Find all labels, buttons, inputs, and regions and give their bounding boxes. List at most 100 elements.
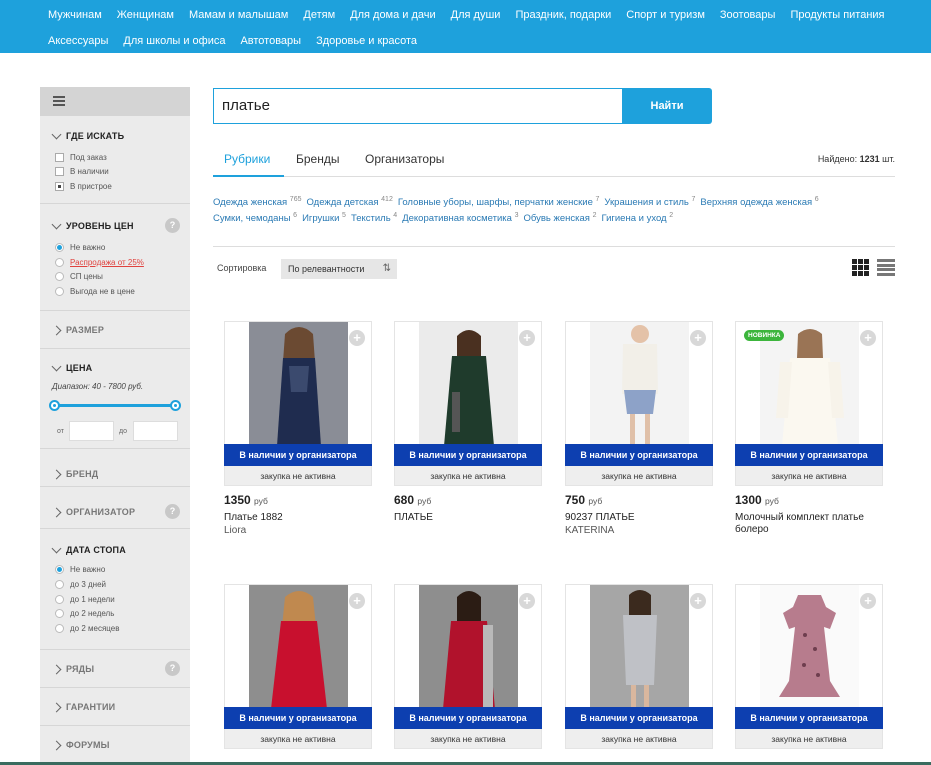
tab-brands[interactable]: Бренды bbox=[296, 152, 339, 166]
add-to-favorites-icon[interactable]: + bbox=[860, 330, 876, 346]
price-slider[interactable] bbox=[49, 400, 181, 411]
category-link[interactable]: Продукты питания bbox=[790, 9, 884, 21]
add-to-favorites-icon[interactable]: + bbox=[690, 330, 706, 346]
add-to-favorites-icon[interactable]: + bbox=[690, 593, 706, 609]
tab-organizers[interactable]: Организаторы bbox=[365, 152, 444, 166]
price-from-label: от bbox=[57, 428, 64, 435]
filter-price-level-toggle[interactable]: Уровень цен bbox=[51, 219, 134, 231]
product-card[interactable]: + В наличии у организатора закупка не акти… bbox=[565, 584, 713, 749]
radio-stop-3d[interactable]: до 3 дней bbox=[55, 580, 106, 589]
search-input[interactable]: платье bbox=[213, 88, 622, 124]
grid-view-icon[interactable] bbox=[852, 259, 869, 276]
product-card[interactable]: + В наличии у организатора закупка не акти… bbox=[224, 584, 372, 749]
filter-guarantees[interactable]: Гарантии bbox=[40, 688, 190, 726]
purchase-status: закупка не активна bbox=[224, 466, 372, 486]
category-link[interactable]: Для души bbox=[451, 9, 501, 21]
help-icon[interactable]: ? bbox=[165, 661, 180, 676]
product-image[interactable]: + bbox=[394, 321, 542, 445]
category-link[interactable]: Мужчинам bbox=[48, 9, 102, 21]
radio-stop-1w[interactable]: до 1 недели bbox=[55, 595, 115, 604]
help-icon[interactable]: ? bbox=[165, 218, 180, 233]
product-image[interactable]: + bbox=[565, 584, 713, 708]
rubric-link[interactable]: Гигиена и уход 2 bbox=[601, 212, 673, 224]
radio-stop-2w[interactable]: до 2 недель bbox=[55, 609, 114, 618]
tab-rubrics[interactable]: Рубрики bbox=[224, 152, 270, 166]
chevron-down-icon bbox=[51, 361, 62, 372]
rubric-link[interactable]: Обувь женская 2 bbox=[524, 212, 597, 224]
product-name[interactable]: ПЛАТЬЕ bbox=[394, 512, 542, 524]
add-to-favorites-icon[interactable]: + bbox=[860, 593, 876, 609]
rubric-link[interactable]: Сумки, чемоданы 6 bbox=[213, 212, 297, 224]
product-image[interactable]: + bbox=[565, 321, 713, 445]
category-link[interactable]: Для дома и дачи bbox=[350, 9, 436, 21]
sort-select[interactable]: По релевантности ⇅ bbox=[281, 259, 397, 279]
product-name[interactable]: Платье 1882 bbox=[224, 512, 372, 524]
filter-rows[interactable]: Ряды ? bbox=[40, 650, 190, 688]
add-to-favorites-icon[interactable]: + bbox=[519, 593, 535, 609]
category-link[interactable]: Праздник, подарки bbox=[515, 9, 611, 21]
category-link[interactable]: Здоровье и красота bbox=[316, 35, 417, 47]
checkbox-in-stock[interactable]: В наличии bbox=[55, 167, 109, 176]
filter-size[interactable]: Размер bbox=[40, 311, 190, 349]
chevron-right-icon bbox=[51, 325, 62, 335]
product-image[interactable]: + bbox=[224, 584, 372, 708]
purchase-status: закупка не активна bbox=[565, 466, 713, 486]
price-to-input[interactable] bbox=[133, 421, 178, 441]
list-view-icon[interactable] bbox=[877, 259, 895, 277]
checkbox-on-order[interactable]: Под заказ bbox=[55, 153, 107, 162]
help-icon[interactable]: ? bbox=[165, 504, 180, 519]
price-from-input[interactable] bbox=[69, 421, 114, 441]
category-row-1: Мужчинам Женщинам Мамам и малышам Детям … bbox=[48, 9, 900, 21]
category-link[interactable]: Автотовары bbox=[240, 35, 301, 47]
product-name[interactable]: Молочный комплект платье болеро bbox=[735, 512, 883, 536]
slider-handle-min[interactable] bbox=[49, 400, 60, 411]
product-card[interactable]: + В наличии у организатора закупка не акти… bbox=[394, 584, 542, 749]
category-link[interactable]: Зоотовары bbox=[720, 9, 776, 21]
product-image[interactable]: + bbox=[394, 584, 542, 708]
category-link[interactable]: Для школы и офиса bbox=[123, 35, 225, 47]
product-name[interactable]: 90237 ПЛАТЬЕ bbox=[565, 512, 713, 524]
slider-handle-max[interactable] bbox=[170, 400, 181, 411]
product-card[interactable]: + В наличии у организатора закупка не акти… bbox=[735, 584, 883, 749]
rubric-link[interactable]: Одежда женская 765 bbox=[213, 196, 301, 208]
filter-brand[interactable]: Бренд bbox=[40, 449, 190, 487]
category-link[interactable]: Спорт и туризм bbox=[626, 9, 705, 21]
rubric-link[interactable]: Верхняя одежда женская 6 bbox=[700, 196, 818, 208]
filter-organizer[interactable]: Организатор ? bbox=[40, 487, 190, 529]
filter-forums[interactable]: Форумы bbox=[40, 726, 190, 764]
rubric-link[interactable]: Головные уборы, шарфы, перчатки женские … bbox=[398, 196, 600, 208]
product-card[interactable]: + В наличии у организатора закупка не акти… bbox=[565, 321, 713, 536]
product-image[interactable]: + bbox=[224, 321, 372, 445]
radio-stop-2m[interactable]: до 2 месяцев bbox=[55, 624, 119, 633]
add-to-favorites-icon[interactable]: + bbox=[349, 330, 365, 346]
category-link[interactable]: Женщинам bbox=[117, 9, 174, 21]
product-card[interactable]: + В наличии у организатора закупка не акти… bbox=[224, 321, 372, 536]
filter-where-toggle[interactable]: Где искать bbox=[51, 129, 124, 141]
rubric-link[interactable]: Украшения и стиль 7 bbox=[604, 196, 695, 208]
found-count: Найдено: 1231 шт. bbox=[817, 154, 895, 164]
radio-stop-any[interactable]: Не важно bbox=[55, 565, 105, 574]
product-brand: Liora bbox=[224, 525, 247, 536]
category-link[interactable]: Мамам и малышам bbox=[189, 9, 288, 21]
rubric-link[interactable]: Текстиль 4 bbox=[351, 212, 397, 224]
rubric-link[interactable]: Декоративная косметика 3 bbox=[402, 212, 518, 224]
category-link[interactable]: Детям bbox=[303, 9, 335, 21]
product-image[interactable]: + НОВИНКА bbox=[735, 321, 883, 445]
radio-price-any[interactable]: Не важно bbox=[55, 243, 105, 252]
product-card[interactable]: + НОВИНКА В наличии у организатора закупка … bbox=[735, 321, 883, 536]
rubric-link[interactable]: Игрушки 5 bbox=[302, 212, 346, 224]
radio-price-benefit[interactable]: Выгода не в цене bbox=[55, 287, 135, 296]
add-to-favorites-icon[interactable]: + bbox=[519, 330, 535, 346]
product-image[interactable]: + bbox=[735, 584, 883, 708]
add-to-favorites-icon[interactable]: + bbox=[349, 593, 365, 609]
search-button[interactable]: Найти bbox=[622, 88, 712, 124]
checkbox-attached[interactable]: В пристрое bbox=[55, 182, 112, 191]
radio-price-sale[interactable]: Распродажа от 25% bbox=[55, 258, 144, 267]
menu-icon[interactable] bbox=[53, 96, 65, 106]
rubric-link[interactable]: Одежда детская 412 bbox=[306, 196, 392, 208]
filter-stop-date-toggle[interactable]: Дата стопа bbox=[51, 543, 126, 555]
category-link[interactable]: Аксессуары bbox=[48, 35, 108, 47]
radio-price-sp[interactable]: СП цены bbox=[55, 272, 103, 281]
filter-price-toggle[interactable]: Цена bbox=[51, 361, 92, 373]
product-card[interactable]: + В наличии у организатора закупка не акти… bbox=[394, 321, 542, 524]
